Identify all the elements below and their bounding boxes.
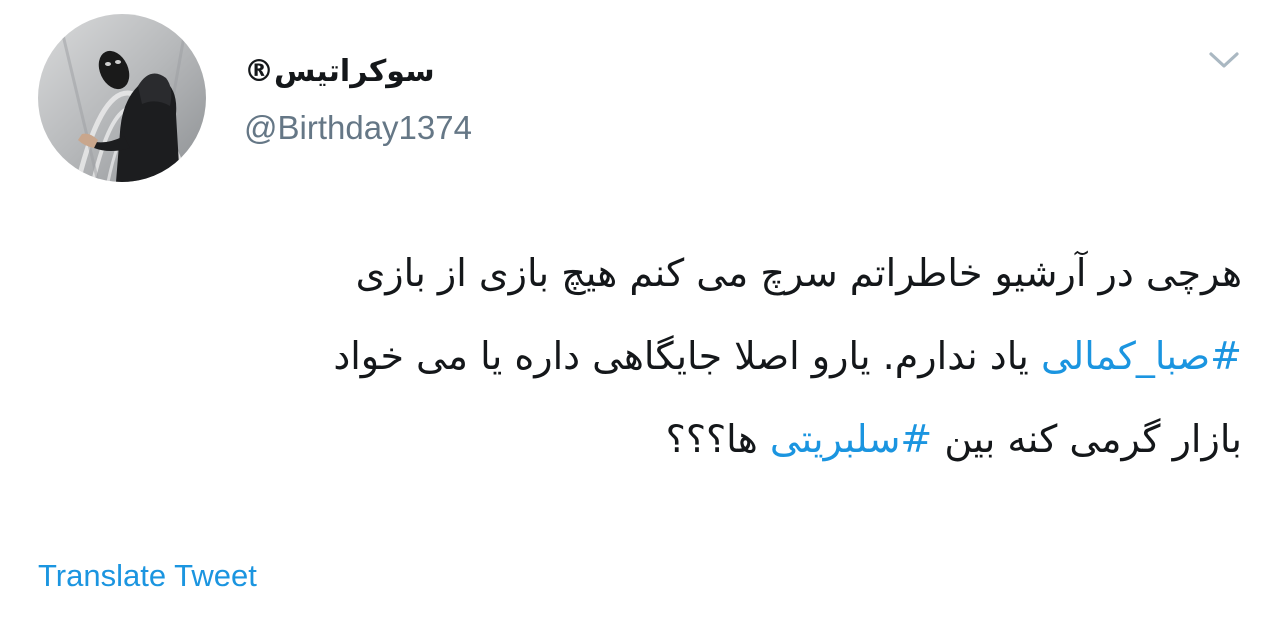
tweet-text-line: هرچی در آرشیو خاطراتم سرچ می کنم هیچ باز… — [30, 232, 1242, 315]
tweet-text-segment: ها؟؟؟ — [665, 417, 770, 461]
tweet-text-segment: هرچی در آرشیو خاطراتم سرچ می کنم هیچ باز… — [355, 251, 1242, 295]
tweet-menu-button[interactable] — [1203, 42, 1245, 78]
hashtag-link[interactable]: #صبا_کمالی — [1041, 334, 1242, 378]
avatar[interactable] — [38, 14, 206, 182]
author-handle[interactable]: @Birthday1374 — [244, 108, 472, 148]
tweet-text-line: بازار گرمی کنه بین #سلبریتی ها؟؟؟ — [30, 398, 1242, 481]
tweet-text: هرچی در آرشیو خاطراتم سرچ می کنم هیچ باز… — [30, 232, 1242, 481]
tweet-text-segment: یاد ندارم. یارو اصلا جایگاهی داره یا می … — [333, 334, 1041, 378]
tweet-text-line: #صبا_کمالی یاد ندارم. یارو اصلا جایگاهی … — [30, 315, 1242, 398]
author-display-name[interactable]: سوکراتیس® — [244, 50, 435, 94]
translate-tweet-link[interactable]: Translate Tweet — [38, 556, 257, 596]
tweet-text-segment: بازار گرمی کنه بین — [932, 417, 1242, 461]
hashtag-link[interactable]: #سلبریتی — [770, 417, 932, 461]
masked-person-avatar-icon — [38, 14, 206, 182]
chevron-down-icon — [1209, 52, 1239, 68]
tweet-card: سوکراتیس® @Birthday1374 هرچی در آرشیو خا… — [0, 0, 1280, 627]
